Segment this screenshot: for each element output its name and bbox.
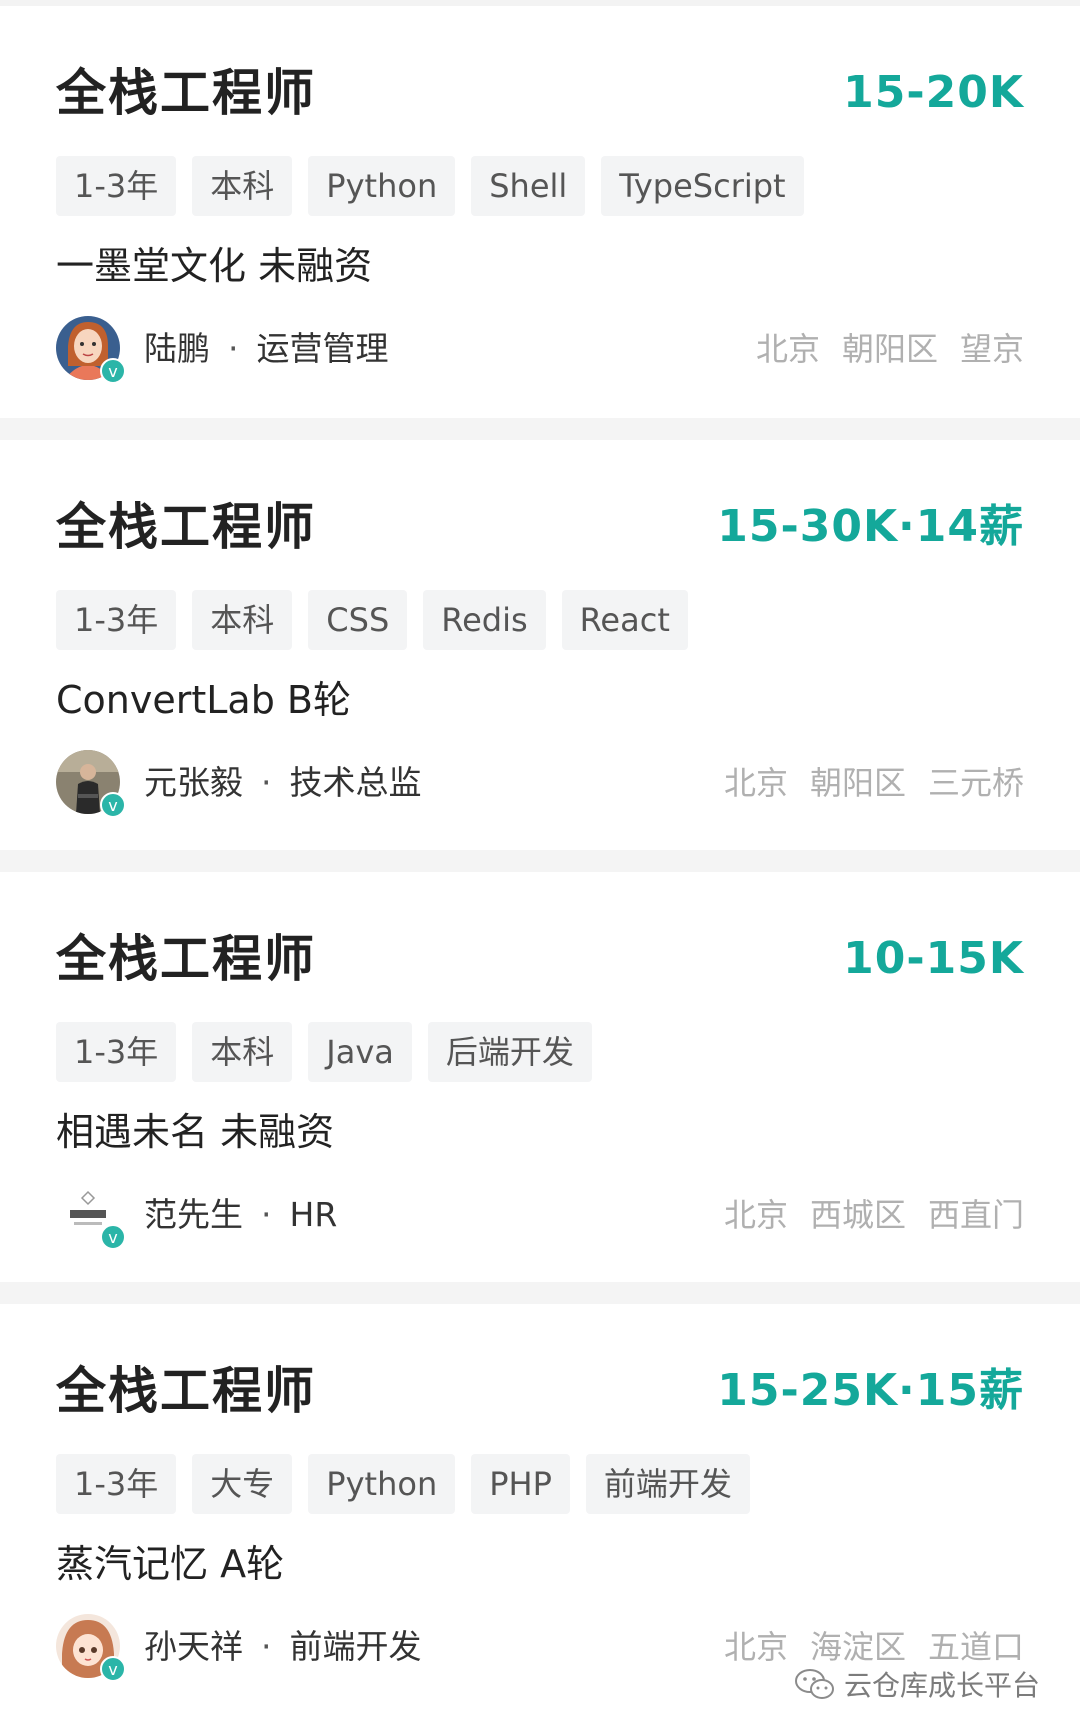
job-location: 北京 朝阳区 望京 bbox=[756, 316, 1024, 382]
salary: 15-30K·14薪 bbox=[717, 501, 1024, 552]
photo-person-avatar: v bbox=[56, 750, 126, 818]
recruiter-name: 孙天祥 bbox=[144, 1627, 243, 1666]
recruiter-info: 孙天祥 · 前端开发 bbox=[144, 1614, 422, 1680]
location-district: 朝阳区 bbox=[841, 330, 938, 368]
tag: 本科 bbox=[192, 156, 293, 216]
tag: 1-3年 bbox=[56, 1022, 177, 1082]
recruiter-info: 陆鹏 · 运营管理 bbox=[144, 316, 389, 382]
recruiter-info: 范先生 · HR bbox=[144, 1182, 337, 1248]
tag: TypeScript bbox=[601, 156, 804, 216]
card-divider bbox=[0, 850, 1080, 872]
recruiter-name: 陆鹏 bbox=[144, 329, 210, 368]
job-title: 全栈工程师 bbox=[56, 930, 316, 988]
recruiter-role: HR bbox=[289, 1195, 338, 1234]
tag: React bbox=[561, 590, 688, 650]
tag: 后端开发 bbox=[427, 1022, 592, 1082]
card-divider bbox=[0, 418, 1080, 440]
verified-badge-icon: v bbox=[100, 1656, 126, 1682]
separator-dot: · bbox=[261, 1195, 272, 1234]
job-title: 全栈工程师 bbox=[56, 498, 316, 556]
separator-dot: · bbox=[261, 763, 272, 802]
tag: Redis bbox=[423, 590, 546, 650]
location-area: 望京 bbox=[959, 330, 1024, 368]
verified-badge-icon: v bbox=[100, 792, 126, 818]
salary: 10-15K bbox=[843, 933, 1024, 984]
separator-dot: · bbox=[228, 329, 239, 368]
tag: 大专 bbox=[192, 1454, 293, 1514]
verified-badge-icon: v bbox=[100, 1224, 126, 1250]
location-district: 朝阳区 bbox=[809, 764, 906, 802]
job-card[interactable]: 全栈工程师 15-20K 1-3年 本科 Python Shell TypeSc… bbox=[0, 6, 1080, 418]
job-card[interactable]: 全栈工程师 10-15K 1-3年 本科 Java 后端开发 相遇未名 未融资 … bbox=[0, 872, 1080, 1282]
separator-dot: · bbox=[261, 1627, 272, 1666]
recruiter-info: 元张毅 · 技术总监 bbox=[144, 750, 422, 816]
job-title: 全栈工程师 bbox=[56, 1362, 316, 1420]
salary: 15-20K bbox=[843, 67, 1024, 118]
wechat-icon bbox=[794, 1669, 834, 1699]
recruiter-row: v 元张毅 · 技术总监 北京 朝阳区 三元桥 bbox=[56, 750, 1024, 818]
location-area: 西直门 bbox=[927, 1196, 1024, 1234]
salary: 15-25K·15薪 bbox=[717, 1365, 1024, 1416]
tag-list: 1-3年 大专 Python PHP 前端开发 bbox=[56, 1454, 750, 1514]
anime-girl-avatar: v bbox=[56, 1614, 126, 1682]
location-city: 北京 bbox=[755, 330, 820, 368]
company-logo-avatar: v bbox=[56, 1182, 126, 1250]
location-district: 西城区 bbox=[809, 1196, 906, 1234]
company-name: 蒸汽记忆 A轮 bbox=[56, 1542, 285, 1586]
location-city: 北京 bbox=[723, 1628, 788, 1666]
job-title: 全栈工程师 bbox=[56, 64, 316, 122]
job-location: 北京 西城区 西直门 bbox=[724, 1182, 1024, 1248]
tag-list: 1-3年 本科 Python Shell TypeScript bbox=[56, 156, 804, 216]
tag: 1-3年 bbox=[56, 1454, 177, 1514]
tag: Java bbox=[308, 1022, 412, 1082]
recruiter-row: v 陆鹏 · 运营管理 北京 朝阳区 望京 bbox=[56, 316, 1024, 384]
tag: CSS bbox=[308, 590, 408, 650]
recruiter-role: 技术总监 bbox=[289, 763, 422, 802]
tag: Python bbox=[308, 1454, 456, 1514]
company-name: 一墨堂文化 未融资 bbox=[56, 244, 373, 288]
tag: 本科 bbox=[192, 590, 293, 650]
job-header: 全栈工程师 10-15K bbox=[56, 924, 1024, 994]
watermark: 云仓库成长平台 bbox=[794, 1664, 1040, 1704]
location-area: 三元桥 bbox=[927, 764, 1024, 802]
company-name: 相遇未名 未融资 bbox=[56, 1110, 335, 1154]
recruiter-row: v 范先生 · HR 北京 西城区 西直门 bbox=[56, 1182, 1024, 1250]
tag: Shell bbox=[471, 156, 586, 216]
location-area: 五道口 bbox=[927, 1628, 1024, 1666]
tag: 前端开发 bbox=[585, 1454, 750, 1514]
tag: 1-3年 bbox=[56, 156, 177, 216]
watermark-text: 云仓库成长平台 bbox=[843, 1669, 1040, 1702]
location-city: 北京 bbox=[723, 764, 788, 802]
tag: PHP bbox=[471, 1454, 570, 1514]
verified-badge-icon: v bbox=[100, 358, 126, 384]
tag-list: 1-3年 本科 Java 后端开发 bbox=[56, 1022, 592, 1082]
job-header: 全栈工程师 15-20K bbox=[56, 58, 1024, 128]
tag: 1-3年 bbox=[56, 590, 177, 650]
company-name: ConvertLab B轮 bbox=[56, 678, 351, 722]
job-card[interactable]: 全栈工程师 15-25K·15薪 1-3年 大专 Python PHP 前端开发… bbox=[0, 1304, 1080, 1714]
tag-list: 1-3年 本科 CSS Redis React bbox=[56, 590, 688, 650]
recruiter-role: 前端开发 bbox=[289, 1627, 422, 1666]
job-card[interactable]: 全栈工程师 15-30K·14薪 1-3年 本科 CSS Redis React… bbox=[0, 440, 1080, 850]
tag: Python bbox=[308, 156, 456, 216]
recruiter-role: 运营管理 bbox=[256, 329, 389, 368]
tag: 本科 bbox=[192, 1022, 293, 1082]
recruiter-name: 元张毅 bbox=[144, 763, 243, 802]
location-city: 北京 bbox=[723, 1196, 788, 1234]
card-divider bbox=[0, 1282, 1080, 1304]
recruiter-name: 范先生 bbox=[144, 1195, 243, 1234]
cartoon-woman-avatar: v bbox=[56, 316, 126, 384]
job-header: 全栈工程师 15-30K·14薪 bbox=[56, 492, 1024, 562]
location-district: 海淀区 bbox=[809, 1628, 906, 1666]
job-header: 全栈工程师 15-25K·15薪 bbox=[56, 1356, 1024, 1426]
job-location: 北京 朝阳区 三元桥 bbox=[724, 750, 1024, 816]
